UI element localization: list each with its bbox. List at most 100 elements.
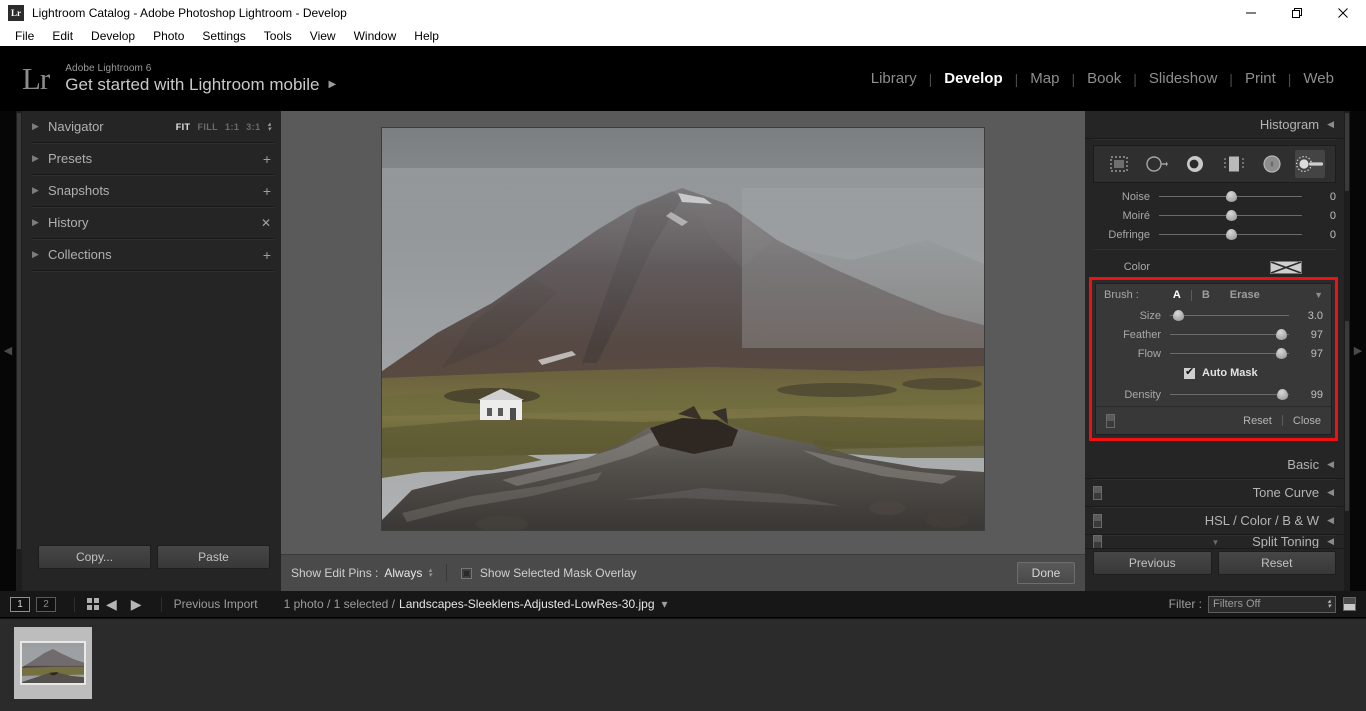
split-toning-toggle-switch[interactable] [1093, 535, 1102, 548]
slider-value[interactable]: 0 [1302, 210, 1336, 222]
crop-overlay-tool-icon[interactable] [1104, 150, 1134, 178]
module-book[interactable]: Book [1075, 70, 1133, 87]
slider-brush-flow[interactable]: Flow 97 [1096, 344, 1331, 363]
brush-mode-erase[interactable]: Erase [1220, 289, 1270, 301]
menu-photo[interactable]: Photo [144, 26, 193, 46]
filmstrip-thumbnail[interactable] [20, 641, 86, 685]
menu-edit[interactable]: Edit [43, 26, 82, 46]
clear-history-icon[interactable]: ✕ [261, 217, 271, 229]
brush-reset-button[interactable]: Reset [1243, 415, 1272, 427]
module-print[interactable]: Print [1233, 70, 1288, 87]
paste-button[interactable]: Paste [157, 545, 270, 569]
add-collection-icon[interactable]: + [263, 248, 271, 262]
filmstrip-item[interactable] [14, 627, 92, 699]
filter-select[interactable]: Filters Off ▴ ▾ [1208, 595, 1336, 613]
restore-icon[interactable] [1274, 0, 1320, 26]
section-header-tone-curve[interactable]: Tone Curve ◀ [1085, 479, 1344, 508]
show-edit-pins-stepper-icon[interactable]: ▴ ▾ [428, 567, 432, 579]
sidebar-item-snapshots[interactable]: ▶ Snapshots + [32, 175, 275, 208]
slider-value[interactable]: 99 [1289, 389, 1323, 401]
menu-file[interactable]: File [6, 26, 43, 46]
module-map[interactable]: Map [1018, 70, 1071, 87]
slider-defringe[interactable]: Defringe 0 [1085, 225, 1344, 244]
copy-button[interactable]: Copy... [38, 545, 151, 569]
mask-overlay-checkbox[interactable] [460, 567, 472, 579]
menu-view[interactable]: View [301, 26, 345, 46]
slider-knob[interactable] [1276, 389, 1288, 400]
close-icon[interactable] [1320, 0, 1366, 26]
module-develop[interactable]: Develop [932, 70, 1014, 87]
grid-view-icon[interactable] [87, 598, 99, 610]
sidebar-item-navigator[interactable]: ▶ Navigator FIT FILL 1:1 3:1 ▴ ▾ [32, 111, 275, 144]
slider-track[interactable] [1170, 389, 1289, 400]
color-swatch-none[interactable] [1270, 260, 1302, 274]
photo-landscape-misty-mountain-stream[interactable] [382, 128, 984, 530]
section-header-basic[interactable]: Basic ◀ [1085, 451, 1344, 480]
filename-caret-icon[interactable]: ▾ [662, 597, 668, 611]
slider-track[interactable] [1159, 191, 1302, 202]
go-forward-icon[interactable]: ▶ [131, 597, 142, 611]
zoom-option-1-1[interactable]: 1:1 [225, 122, 239, 132]
reset-button[interactable]: Reset [1217, 551, 1336, 575]
auto-mask-checkbox[interactable] [1184, 366, 1195, 379]
red-eye-correction-tool-icon[interactable] [1180, 150, 1210, 178]
brush-effect-toggle-switch[interactable] [1106, 413, 1115, 428]
slider-track[interactable] [1159, 210, 1302, 221]
menu-settings[interactable]: Settings [193, 26, 254, 46]
slider-knob[interactable] [1173, 310, 1185, 321]
zoom-stepper-icon[interactable]: ▴ ▾ [267, 121, 271, 133]
screen-1-button[interactable]: 1 [10, 596, 30, 612]
right-panel-collapse-strip[interactable]: ▶ [1350, 111, 1366, 591]
sidebar-item-presets[interactable]: ▶ Presets + [32, 143, 275, 176]
menu-tools[interactable]: Tools [255, 26, 301, 46]
brush-mode-a[interactable]: A [1163, 289, 1191, 301]
right-panel-scroll-thumb-lower[interactable] [1345, 321, 1349, 511]
module-slideshow[interactable]: Slideshow [1137, 70, 1229, 87]
current-filename[interactable]: Landscapes-Sleeklens-Adjusted-LowRes-30.… [399, 597, 654, 611]
slider-value[interactable]: 0 [1302, 191, 1336, 203]
slider-value[interactable]: 97 [1289, 348, 1323, 360]
slider-noise[interactable]: Noise 0 [1085, 187, 1344, 206]
section-header-histogram[interactable]: Histogram ◀ [1085, 111, 1344, 140]
zoom-option-fit[interactable]: FIT [176, 122, 191, 132]
sidebar-item-history[interactable]: ▶ History ✕ [32, 207, 275, 240]
slider-brush-density[interactable]: Density 99 [1096, 385, 1331, 404]
brush-mode-b[interactable]: B [1192, 289, 1220, 301]
sidebar-item-collections[interactable]: ▶ Collections + [32, 239, 275, 272]
graduated-filter-tool-icon[interactable] [1219, 150, 1249, 178]
slider-knob[interactable] [1225, 210, 1237, 221]
screen-2-button[interactable]: 2 [36, 596, 56, 612]
slider-brush-feather[interactable]: Feather 97 [1096, 325, 1331, 344]
slider-track[interactable] [1159, 229, 1302, 240]
brush-close-button[interactable]: Close [1293, 415, 1321, 427]
minimize-icon[interactable] [1228, 0, 1274, 26]
add-snapshot-icon[interactable]: + [263, 184, 271, 198]
slider-value[interactable]: 97 [1289, 329, 1323, 341]
section-header-hsl-color-bw[interactable]: HSL / Color / B & W ◀ [1085, 507, 1344, 536]
slider-value[interactable]: 3.0 [1289, 310, 1323, 322]
menu-window[interactable]: Window [345, 26, 406, 46]
done-button[interactable]: Done [1017, 562, 1075, 584]
slider-moire[interactable]: Moiré 0 [1085, 206, 1344, 225]
slider-brush-size[interactable]: Size 3.0 [1096, 306, 1331, 325]
previous-button[interactable]: Previous [1093, 551, 1212, 575]
slider-track[interactable] [1170, 329, 1289, 340]
left-panel-collapse-strip[interactable]: ◀ [0, 111, 16, 591]
source-label[interactable]: Previous Import [174, 597, 258, 611]
slider-track[interactable] [1170, 310, 1289, 321]
filmstrip-toggle-icon[interactable] [1343, 597, 1356, 611]
radial-filter-tool-icon[interactable] [1257, 150, 1287, 178]
menu-develop[interactable]: Develop [82, 26, 144, 46]
right-panel-scroll-thumb-upper[interactable] [1345, 113, 1349, 191]
identity-plate[interactable]: Adobe Lightroom 6 Get started with Light… [65, 63, 336, 95]
add-preset-icon[interactable]: + [263, 152, 271, 166]
left-panel-scroll-thumb[interactable] [17, 113, 21, 549]
hsl-toggle-switch[interactable] [1093, 513, 1102, 528]
chevron-down-icon[interactable]: ▼ [1314, 290, 1323, 300]
module-web[interactable]: Web [1291, 70, 1346, 87]
slider-knob[interactable] [1275, 329, 1287, 340]
go-back-icon[interactable]: ◀ [106, 597, 117, 611]
left-panel-scrollbar[interactable] [16, 111, 22, 591]
color-swatch-row[interactable]: Color [1085, 255, 1344, 279]
right-panel-overflow-arrow[interactable]: ▼ [1212, 538, 1220, 547]
